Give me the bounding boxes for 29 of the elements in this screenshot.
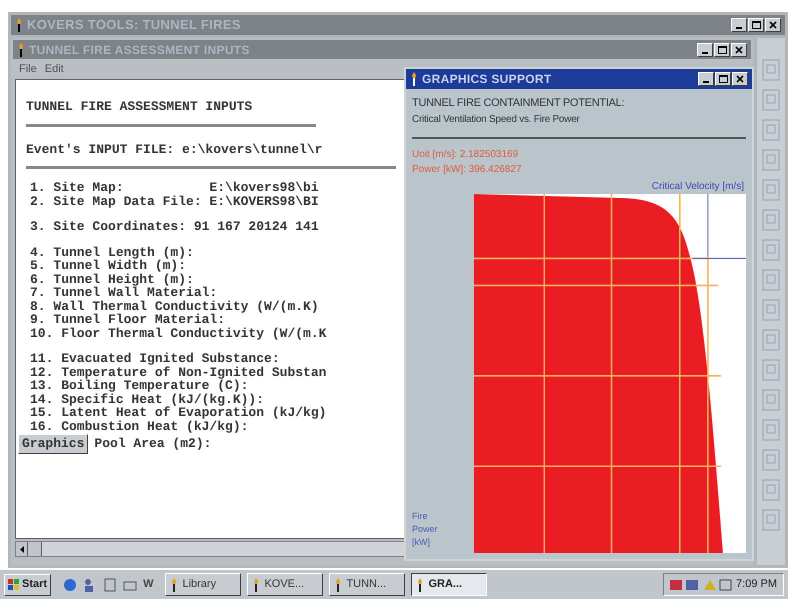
input-line: 3. Site Coordinates: 91 167 20124 141 (30, 220, 320, 234)
input-line: 11. Evacuated Ignited Substance: (30, 352, 281, 366)
chart-heading: TUNNEL FIRE CONTAINMENT POTENTIAL: (412, 96, 626, 111)
window-title: GRAPHICS SUPPORT (422, 71, 552, 88)
input-line: 4. Tunnel Length (m): (30, 246, 195, 259)
input-line: Pool Area (m2): (94, 437, 212, 451)
input-line: 6. Tunnel Height (m): (30, 272, 195, 286)
input-line: 2. Site Map Data File: E:\KOVERS98\BI (30, 194, 320, 208)
input-line: 14. Specific Heat (kJ/(kg.K)): (30, 392, 266, 406)
input-line: 16. Combustion Heat (kJ/kg): (30, 420, 248, 433)
input-line: 1. Site Map: E:\kovers98\bi (30, 181, 320, 194)
input-line: 15. Latent Heat of Evaporation (kJ/kg) (30, 406, 328, 420)
input-line: 7. Tunnel Wall Material: (30, 286, 218, 300)
input-line: 9. Tunnel Floor Material: (30, 313, 226, 326)
input-line: 5. Tunnel Width (m): (30, 259, 186, 272)
x-axis-label: Critical Velocity [m/s] (652, 180, 744, 194)
input-line: 13. Boiling Temperature (C): (30, 379, 248, 392)
y-axis-label: Fire Power [kW] (412, 510, 439, 549)
window-title: KOVERS TOOLS: TUNNEL FIRES (27, 16, 241, 34)
input-line: 12. Temperature of Non-Ignited Substan (30, 366, 328, 379)
clock: 7:09 PM (736, 577, 777, 592)
input-line: 10. Floor Thermal Conductivity (W/(m.K (30, 326, 328, 340)
chart-subheading: Critical Ventilation Speed vs. Fire Power (412, 112, 581, 126)
readout-text: Uoit [m/s]: 2.182503169 (412, 148, 520, 162)
input-line: 8. Wall Thermal Conductivity (W/(m.K) (30, 300, 320, 313)
heading-text: TUNNEL FIRE ASSESSMENT INPUTS (26, 99, 252, 114)
input-file-text: Event's INPUT FILE: e:\kovers\tunnel\r (26, 142, 322, 156)
readout-text: Power [kW]: 396.426827 (412, 162, 523, 176)
window-title: TUNNEL FIRE ASSESSMENT INPUTS (29, 42, 250, 58)
